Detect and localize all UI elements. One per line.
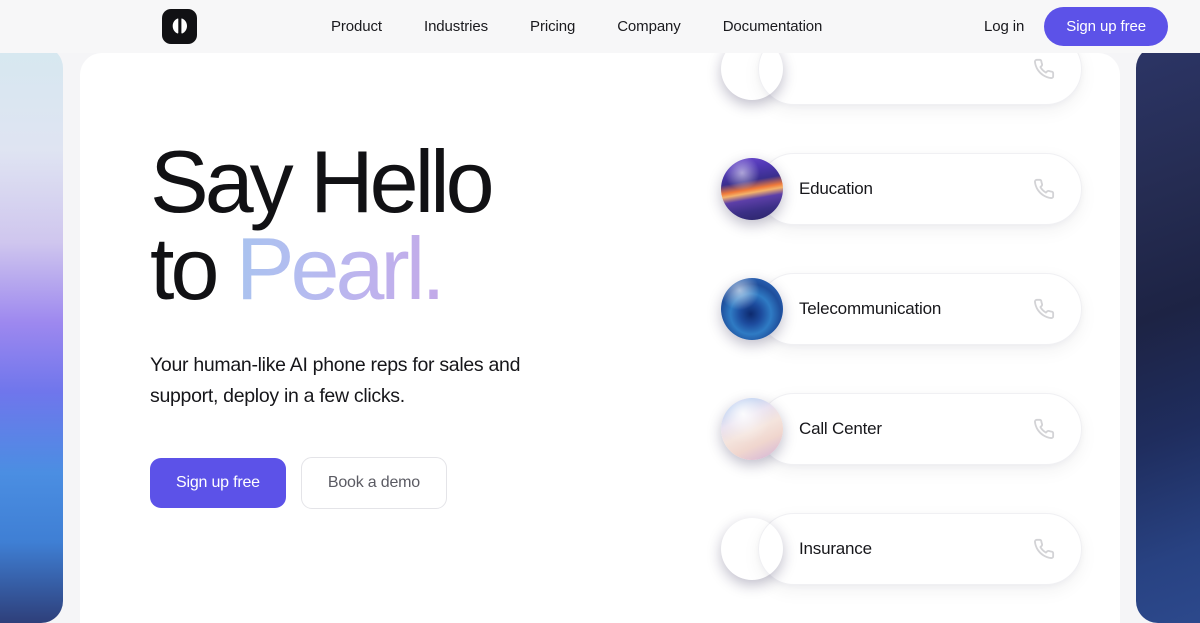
header-actions: Log in Sign up free	[984, 0, 1168, 53]
nav-item-documentation[interactable]: Documentation	[702, 0, 844, 53]
phone-icon[interactable]	[1033, 418, 1055, 440]
hero-cta-row: Sign up free Book a demo	[150, 456, 670, 509]
page-title: Say Hello to Pearl.	[150, 138, 670, 313]
right-gradient-panel	[1136, 46, 1200, 623]
login-link[interactable]: Log in	[984, 18, 1044, 35]
industry-card[interactable]: Call Center	[721, 393, 1082, 465]
nav-item-industries[interactable]: Industries	[403, 0, 509, 53]
phone-icon[interactable]	[1033, 178, 1055, 200]
industry-orb-icon	[721, 278, 783, 340]
industry-card-label: Telecommunication	[799, 299, 942, 318]
headline-line-1: Say Hello	[150, 132, 495, 231]
nav-item-pricing[interactable]: Pricing	[509, 0, 596, 53]
industry-card[interactable]: Insurance	[758, 513, 1082, 585]
industry-card-label: Call Center	[799, 419, 882, 438]
signup-free-button[interactable]: Sign up free	[150, 457, 286, 508]
header-signup-free-button[interactable]: Sign up free	[1044, 7, 1168, 46]
main-content-panel: Say Hello to Pearl. Your human-like AI p…	[80, 53, 1120, 623]
industry-orb-icon	[721, 158, 783, 220]
pearl-logo[interactable]	[162, 9, 197, 44]
main-navigation: Product Industries Pricing Company Documenta…	[310, 0, 843, 53]
left-gradient-panel	[0, 46, 63, 623]
site-header: Product Industries Pricing Company Documenta…	[0, 0, 1200, 53]
industry-card[interactable]: Education	[721, 153, 1082, 225]
hero-section: Say Hello to Pearl. Your human-like AI p…	[150, 138, 670, 509]
phone-icon[interactable]	[1033, 58, 1055, 80]
industry-orb-icon	[721, 53, 783, 100]
phone-icon[interactable]	[1033, 298, 1055, 320]
phone-icon[interactable]	[1033, 538, 1055, 560]
industry-orb-icon	[721, 398, 783, 460]
industry-card-label: Education	[799, 179, 873, 198]
nav-item-product[interactable]: Product	[310, 0, 403, 53]
hero-subheadline: Your human-like AI phone reps for sales …	[150, 354, 521, 408]
headline-line-2-prefix: to	[150, 219, 236, 319]
industry-card-list: Education Telecommunication Call Center Ins…	[712, 53, 1082, 623]
industry-card[interactable]: Telecommunication	[721, 273, 1082, 345]
book-a-demo-button[interactable]: Book a demo	[300, 456, 447, 509]
industry-orb-icon	[721, 518, 783, 580]
brand-name: Pearl.	[235, 219, 446, 319]
industry-card-label: Insurance	[799, 539, 872, 558]
nav-item-company[interactable]: Company	[596, 0, 702, 53]
industry-card[interactable]	[758, 53, 1082, 105]
